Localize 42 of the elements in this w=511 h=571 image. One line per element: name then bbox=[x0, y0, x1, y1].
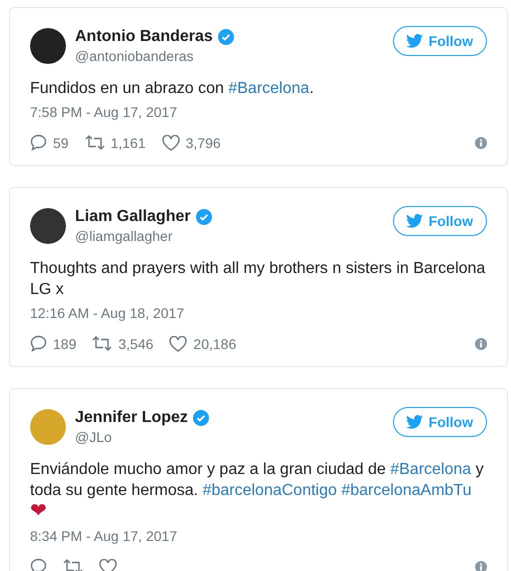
retweet-icon[interactable] bbox=[63, 559, 83, 571]
bird-icon bbox=[406, 415, 423, 429]
account-name[interactable]: Jennifer Lopez bbox=[75, 409, 188, 427]
tweet-text: Enviándole mucho amor y paz a la gran ciudad de #Barcelona y toda su gente hermosa. #barcelonaContigo #barcelonaAmbTu ❤ bbox=[30, 460, 485, 523]
bird-icon bbox=[406, 34, 423, 48]
tweet-timestamp[interactable]: 12:16 AM - Aug 18, 2017 bbox=[30, 305, 184, 321]
avatar-image[interactable] bbox=[30, 28, 66, 64]
replie-count: 189 bbox=[53, 336, 76, 352]
hashtag-link[interactable]: #barcelonaContigo bbox=[202, 482, 337, 499]
heart-icon[interactable] bbox=[162, 134, 180, 150]
account-handle[interactable]: @antoniobanderas bbox=[75, 48, 384, 64]
reply-icon[interactable] bbox=[30, 558, 47, 571]
hashtag-link[interactable]: #barcelonaAmbTu bbox=[341, 482, 472, 499]
hashtag-link[interactable]: #Barcelona bbox=[390, 461, 472, 478]
bird-icon bbox=[406, 214, 423, 228]
retweet-count: 1,161 bbox=[110, 134, 146, 150]
account-handle[interactable]: @JLo bbox=[75, 429, 384, 445]
reply-icon[interactable] bbox=[30, 134, 47, 151]
replie-count: 59 bbox=[53, 134, 69, 150]
retweet-icon[interactable] bbox=[92, 336, 112, 351]
info-icon[interactable] bbox=[475, 338, 487, 350]
hashtag-link[interactable]: #Barcelona bbox=[228, 80, 310, 97]
tweet-timestamp[interactable]: 7:58 PM - Aug 17, 2017 bbox=[30, 104, 178, 120]
account-handle[interactable]: @liamgallagher bbox=[75, 228, 384, 244]
heart-icon[interactable] bbox=[169, 336, 188, 352]
follow-button[interactable]: Follow bbox=[392, 26, 487, 56]
avatar-image[interactable] bbox=[30, 208, 66, 244]
tweet-text: Thoughts and prayers with all my brothers n sisters in Barcelona LG x bbox=[30, 259, 486, 300]
retweet-count: 3,546 bbox=[118, 336, 154, 352]
retweet-icon[interactable] bbox=[84, 135, 105, 150]
reply-icon[interactable] bbox=[30, 335, 47, 352]
heart-icon[interactable] bbox=[99, 558, 117, 571]
follow-button[interactable]: Follow bbox=[392, 407, 487, 437]
tweet-timestamp[interactable]: 8:34 PM - Aug 17, 2017 bbox=[30, 528, 178, 544]
tweet-text: Fundidos en un abrazo con #Barcelona. bbox=[30, 79, 315, 99]
info-icon[interactable] bbox=[475, 560, 487, 571]
info-icon[interactable] bbox=[475, 136, 487, 148]
like-count: 3,796 bbox=[186, 134, 221, 150]
account-name[interactable]: Antonio Banderas bbox=[75, 28, 213, 46]
follow-button[interactable]: Follow bbox=[392, 206, 487, 236]
like-count: 20,186 bbox=[193, 336, 236, 352]
account-name[interactable]: Liam Gallagher bbox=[75, 208, 191, 226]
